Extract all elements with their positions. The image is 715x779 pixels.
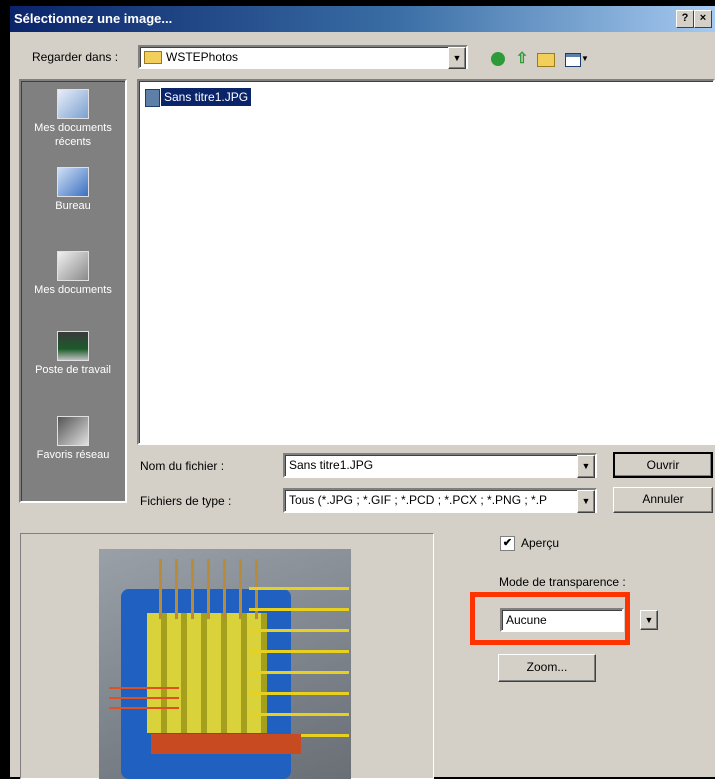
place-my-computer[interactable]: Poste de travail (21, 331, 125, 377)
chevron-down-icon[interactable]: ▼ (640, 610, 658, 630)
place-network[interactable]: Favoris réseau (21, 416, 125, 462)
back-button[interactable] (488, 49, 508, 69)
view-menu-icon (565, 53, 582, 67)
look-in-combo[interactable]: WSTEPhotos ▼ (138, 45, 468, 69)
file-name-input[interactable]: Sans titre1.JPG ▼ (283, 453, 597, 478)
place-label: Favoris réseau (36, 449, 110, 461)
preview-checkbox[interactable]: ✔ (500, 536, 515, 551)
chevron-down-icon: ▼ (581, 54, 589, 63)
view-menu-button[interactable]: ▼ (562, 49, 592, 69)
recent-docs-icon (57, 89, 89, 119)
transparency-label: Mode de transparence : (499, 575, 626, 589)
image-file-icon (145, 89, 160, 107)
file-name-value: Sans titre1.JPG (289, 458, 374, 472)
pins (159, 559, 259, 619)
up-folder-button[interactable]: ⇧ (512, 49, 532, 69)
zoom-button[interactable]: Zoom... (498, 654, 596, 682)
computer-icon (57, 331, 89, 361)
open-button[interactable]: Ouvrir (613, 452, 713, 478)
title-bar[interactable]: Sélectionnez une image... ? × (10, 6, 715, 32)
my-documents-icon (57, 251, 89, 281)
network-icon (57, 416, 89, 446)
places-bar: Mes documents récents Bureau Mes documen… (19, 79, 127, 503)
place-desktop[interactable]: Bureau (21, 167, 125, 213)
new-folder-button[interactable] (536, 49, 556, 69)
place-recent-documents[interactable]: Mes documents récents (21, 89, 125, 149)
place-label: Mes documents (34, 284, 112, 296)
place-label: Poste de travail (35, 364, 111, 376)
place-label: Mes documents récents (34, 122, 112, 148)
highlight-box (470, 592, 630, 645)
preview-image (99, 549, 351, 779)
base-strip (151, 734, 301, 754)
up-folder-icon: ⇧ (515, 50, 529, 67)
file-type-select[interactable]: Tous (*.JPG ; *.GIF ; *.PCD ; *.PCX ; *.… (283, 488, 597, 513)
cancel-button[interactable]: Annuler (613, 487, 713, 513)
preview-panel (20, 533, 434, 779)
file-name-label: Nom du fichier : (140, 459, 225, 473)
folder-icon (144, 51, 162, 64)
close-button[interactable]: × (694, 10, 712, 28)
look-in-label: Regarder dans : (32, 50, 119, 64)
file-open-dialog: Sélectionnez une image... ? × Regarder d… (10, 6, 715, 779)
place-my-documents[interactable]: Mes documents (21, 251, 125, 297)
file-type-label: Fichiers de type : (140, 494, 232, 508)
file-name: Sans titre1.JPG (161, 88, 252, 106)
chevron-down-icon[interactable]: ▼ (448, 47, 466, 69)
look-in-value: WSTEPhotos (166, 50, 239, 64)
annotation-marks (249, 569, 349, 749)
file-list[interactable]: Sans titre1.JPG (137, 79, 715, 445)
red-annotation-marks (109, 679, 179, 709)
place-label: Bureau (55, 200, 91, 212)
dialog-title: Sélectionnez une image... (14, 11, 173, 26)
chevron-down-icon[interactable]: ▼ (577, 490, 595, 513)
desktop-icon (57, 167, 89, 197)
help-button[interactable]: ? (676, 10, 694, 28)
file-type-value: Tous (*.JPG ; *.GIF ; *.PCD ; *.PCX ; *.… (289, 493, 548, 507)
green-arrow-icon (491, 52, 505, 66)
preview-checkbox-label: Aperçu (521, 536, 560, 550)
chevron-down-icon[interactable]: ▼ (577, 455, 595, 478)
new-folder-icon (537, 53, 555, 67)
